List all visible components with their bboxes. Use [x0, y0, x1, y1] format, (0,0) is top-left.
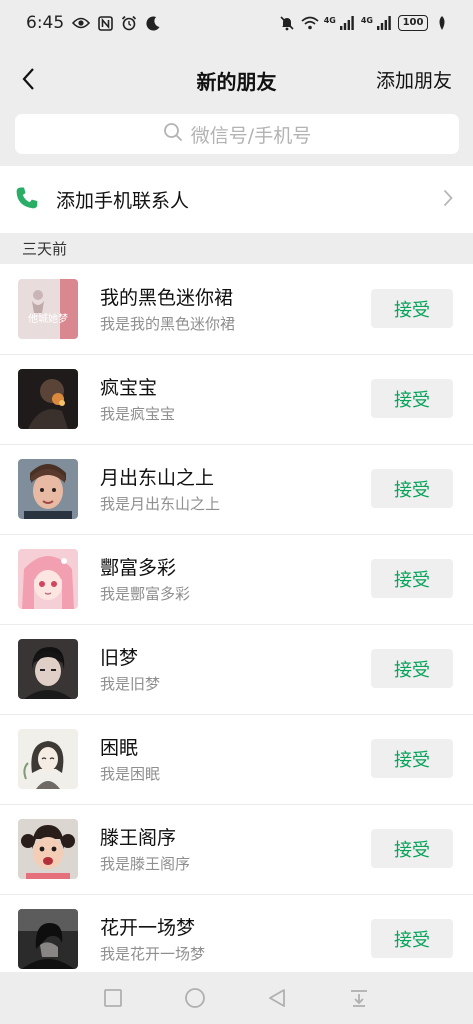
accept-button[interactable]: 接受 — [371, 289, 453, 328]
avatar[interactable] — [18, 639, 78, 699]
signal-icon — [375, 14, 393, 32]
friend-message: 我是我的黑色迷你裙 — [100, 315, 236, 333]
battery-icon: 100 — [398, 15, 428, 31]
friend-request-row[interactable]: 旧梦 我是旧梦 接受 — [0, 624, 473, 714]
eye-icon — [72, 14, 91, 32]
nav-bar: 新的朋友 添加朋友 — [0, 46, 473, 112]
accept-button[interactable]: 接受 — [371, 559, 453, 598]
notification-down-icon[interactable] — [347, 986, 371, 1010]
search-input[interactable]: 微信号/手机号 — [15, 114, 459, 154]
back-button[interactable] — [14, 63, 42, 95]
friend-request-row[interactable]: 花开一场梦 我是花开一场梦 接受 — [0, 894, 473, 984]
friend-name: 花开一场梦 — [100, 917, 196, 939]
accept-button[interactable]: 接受 — [371, 469, 453, 508]
chevron-right-icon — [443, 189, 453, 211]
friend-message: 我是花开一场梦 — [100, 945, 206, 963]
avatar[interactable] — [18, 819, 78, 879]
avatar[interactable] — [18, 459, 78, 519]
mute-icon — [278, 14, 296, 32]
friend-name: 我的黑色迷你裙 — [100, 287, 234, 309]
status-bar: 6:45 4G 4G 100 — [0, 0, 473, 46]
search-placeholder: 微信号/手机号 — [190, 124, 312, 147]
friend-request-row[interactable]: 疯宝宝 我是疯宝宝 接受 — [0, 354, 473, 444]
friend-name: 滕王阁序 — [100, 827, 177, 849]
system-nav-bar — [0, 972, 473, 1024]
avatar[interactable] — [18, 909, 78, 969]
add-friend-button[interactable]: 添加朋友 — [376, 66, 452, 93]
nfc-icon — [96, 14, 114, 32]
status-time: 6:45 — [26, 13, 65, 33]
triangle-back-icon[interactable] — [265, 986, 289, 1010]
friend-name: 月出东山之上 — [100, 467, 215, 489]
svg-text:他城她梦: 他城她梦 — [28, 312, 68, 325]
accept-button[interactable]: 接受 — [371, 739, 453, 778]
alarm-icon — [120, 14, 138, 32]
friend-message: 我是疯宝宝 — [100, 405, 176, 423]
add-phone-contacts-item[interactable]: 添加手机联系人 — [0, 166, 473, 233]
status-right-icons: 4G 4G 100 — [278, 14, 451, 32]
accept-button[interactable]: 接受 — [371, 829, 453, 868]
wifi-icon — [301, 14, 319, 32]
friend-request-row[interactable]: 他城她梦 我的黑色迷你裙 我是我的黑色迷你裙 接受 — [0, 264, 473, 354]
avatar[interactable]: 他城她梦 — [18, 279, 78, 339]
status-left-icons — [72, 14, 162, 32]
moon-icon — [144, 14, 162, 32]
section-header: 三天前 — [22, 240, 68, 258]
chevron-left-icon — [22, 68, 34, 90]
friend-request-row[interactable]: 月出东山之上 我是月出东山之上 接受 — [0, 444, 473, 534]
friend-name: 旧梦 — [100, 647, 139, 669]
circle-icon[interactable] — [183, 986, 207, 1010]
friend-message: 我是困眠 — [100, 765, 161, 783]
avatar[interactable] — [18, 369, 78, 429]
network-label-2: 4G — [360, 16, 373, 25]
avatar[interactable] — [18, 729, 78, 789]
add-phone-contacts-label: 添加手机联系人 — [56, 190, 190, 212]
friend-request-row[interactable]: 滕王阁序 我是滕王阁序 接受 — [0, 804, 473, 894]
search-icon — [163, 122, 183, 146]
accept-button[interactable]: 接受 — [371, 379, 453, 418]
friend-message: 我是旧梦 — [100, 675, 161, 693]
phone-icon — [14, 185, 40, 215]
friend-name: 疯宝宝 — [100, 377, 158, 399]
avatar[interactable] — [18, 549, 78, 609]
square-icon[interactable] — [101, 986, 125, 1010]
friend-name: 困眠 — [100, 737, 139, 759]
friend-message: 我是滕王阁序 — [100, 855, 191, 873]
friend-name: 酆富多彩 — [100, 557, 177, 579]
friend-request-row[interactable]: 酆富多彩 我是酆富多彩 接受 — [0, 534, 473, 624]
accept-button[interactable]: 接受 — [371, 649, 453, 688]
accept-button[interactable]: 接受 — [371, 919, 453, 958]
network-label-1: 4G — [323, 16, 336, 25]
leaf-icon — [433, 14, 451, 32]
friend-request-list: 他城她梦 我的黑色迷你裙 我是我的黑色迷你裙 接受 疯宝宝 我是疯宝宝 接受 月… — [0, 264, 473, 984]
signal-icon — [338, 14, 356, 32]
friend-message: 我是月出东山之上 — [100, 495, 221, 513]
friend-message: 我是酆富多彩 — [100, 585, 191, 603]
friend-request-row[interactable]: 困眠 我是困眠 接受 — [0, 714, 473, 804]
